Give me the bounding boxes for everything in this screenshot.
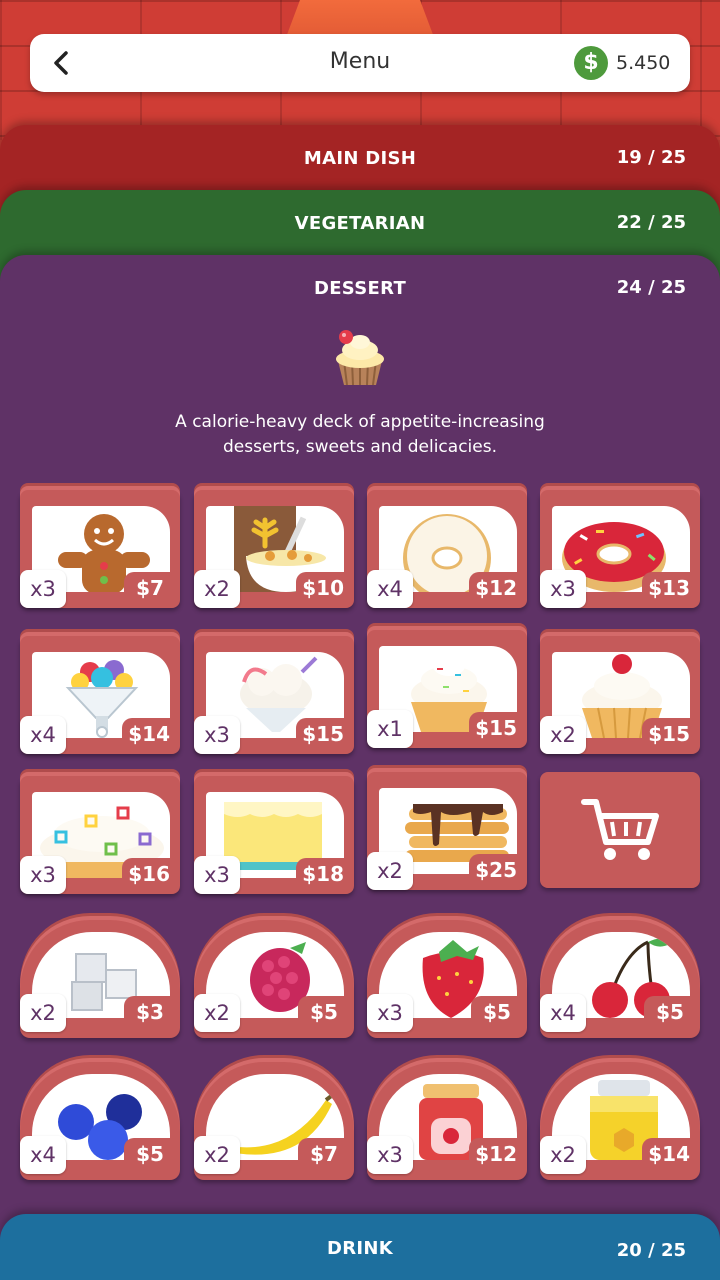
card-confetti-cake[interactable]: 1 x3 $16 xyxy=(20,776,180,894)
card-price: $15 xyxy=(642,718,696,750)
card-quantity: x2 xyxy=(20,994,66,1032)
card-quantity: x4 xyxy=(367,570,413,608)
card-quantity: x2 xyxy=(540,716,586,754)
card-quantity: x3 xyxy=(540,570,586,608)
card-level: 1 xyxy=(211,790,222,808)
category-count: 20 / 25 xyxy=(616,1240,686,1261)
card-sprinkle-donut[interactable]: 1 x3 $13 xyxy=(540,490,700,608)
card-price: $14 xyxy=(122,718,176,750)
category-title: MAIN DISH xyxy=(303,148,417,169)
category-count: 22 / 25 xyxy=(616,212,686,233)
card-strawberry-jam[interactable]: x3 $12 xyxy=(367,1062,527,1180)
card-raspberry[interactable]: x2 $5 xyxy=(194,920,354,1038)
card-cherry-cupcake[interactable]: 1 x2 $15 xyxy=(540,636,700,754)
card-quantity: x2 xyxy=(367,852,413,890)
card-price: $18 xyxy=(296,858,350,890)
card-level: 1 xyxy=(384,504,395,522)
card-price: $5 xyxy=(124,1138,176,1170)
deck-description: A calorie-heavy deck of appetite-increas… xyxy=(175,412,545,457)
card-quantity: x3 xyxy=(367,994,413,1032)
card-cherries[interactable]: x4 $5 xyxy=(540,920,700,1038)
card-level: 1 xyxy=(211,504,222,522)
card-level: 1 xyxy=(557,650,568,668)
card-price: $5 xyxy=(644,996,696,1028)
card-sprinkle-cupcake[interactable]: 1 x1 $15 xyxy=(367,630,527,748)
card-quantity: x2 xyxy=(194,1136,240,1174)
card-blueberries[interactable]: x4 $5 xyxy=(20,1062,180,1180)
card-quantity: x1 xyxy=(367,710,413,748)
category-title: VEGETARIAN xyxy=(294,213,426,234)
shopping-cart-icon xyxy=(581,799,659,860)
card-level: 1 xyxy=(37,790,48,808)
card-level: 1 xyxy=(211,650,222,668)
card-quantity: x2 xyxy=(194,570,240,608)
card-quantity: x3 xyxy=(20,570,66,608)
card-banana[interactable]: x2 $7 xyxy=(194,1062,354,1180)
card-level: 1 xyxy=(557,504,568,522)
card-price: $12 xyxy=(469,1138,523,1170)
category-drink[interactable]: DRINK 20 / 25 xyxy=(0,1214,720,1280)
coin-icon: $ xyxy=(574,46,608,80)
card-gingerbread-man[interactable]: 1 x3 $7 xyxy=(20,490,180,608)
card-quantity: x3 xyxy=(194,856,240,894)
card-price: $12 xyxy=(469,572,523,604)
card-price: $25 xyxy=(469,854,523,886)
card-level: 1 xyxy=(384,644,395,662)
card-quantity: x2 xyxy=(540,1136,586,1174)
cupcake-icon xyxy=(336,330,384,386)
card-price: $3 xyxy=(124,996,176,1028)
card-price: $5 xyxy=(471,996,523,1028)
card-strawberry[interactable]: x3 $5 xyxy=(367,920,527,1038)
card-price: $14 xyxy=(642,1138,696,1170)
header-bar: Menu $ 5.450 xyxy=(30,34,690,92)
card-sugar-cubes[interactable]: x2 $3 xyxy=(20,920,180,1038)
card-price: $7 xyxy=(124,572,176,604)
balance-amount: 5.450 xyxy=(616,52,671,74)
card-quantity: x3 xyxy=(367,1136,413,1174)
card-quantity: x4 xyxy=(540,994,586,1032)
card-price: $15 xyxy=(469,712,523,744)
category-count: 24 / 25 xyxy=(616,277,686,298)
category-count: 19 / 25 xyxy=(616,147,686,168)
card-quantity: x2 xyxy=(194,994,240,1032)
card-sundae[interactable]: 1 x3 $15 xyxy=(194,636,354,754)
category-title: DESSERT xyxy=(313,278,407,299)
card-cereal[interactable]: 1 x2 $10 xyxy=(194,490,354,608)
card-quantity: x4 xyxy=(20,1136,66,1174)
card-level: 1 xyxy=(37,504,48,522)
card-price: $7 xyxy=(298,1138,350,1170)
shop-cart-button[interactable] xyxy=(540,772,700,888)
card-price: $16 xyxy=(122,858,176,890)
card-price: $10 xyxy=(296,572,350,604)
category-title: DRINK xyxy=(326,1238,393,1259)
card-lemon-cake[interactable]: 1 x3 $18 xyxy=(194,776,354,894)
card-pancakes[interactable]: 1 x2 $25 xyxy=(367,772,527,890)
card-quantity: x3 xyxy=(20,856,66,894)
card-price: $13 xyxy=(642,572,696,604)
card-quantity: x4 xyxy=(20,716,66,754)
card-honey-jar[interactable]: x2 $14 xyxy=(540,1062,700,1180)
card-level: 1 xyxy=(37,650,48,668)
card-quantity: x3 xyxy=(194,716,240,754)
card-candy-ice-cream[interactable]: 1 x4 $14 xyxy=(20,636,180,754)
card-glazed-donut[interactable]: 1 x4 $12 xyxy=(367,490,527,608)
card-price: $5 xyxy=(298,996,350,1028)
card-level: 1 xyxy=(384,786,395,804)
card-price: $15 xyxy=(296,718,350,750)
